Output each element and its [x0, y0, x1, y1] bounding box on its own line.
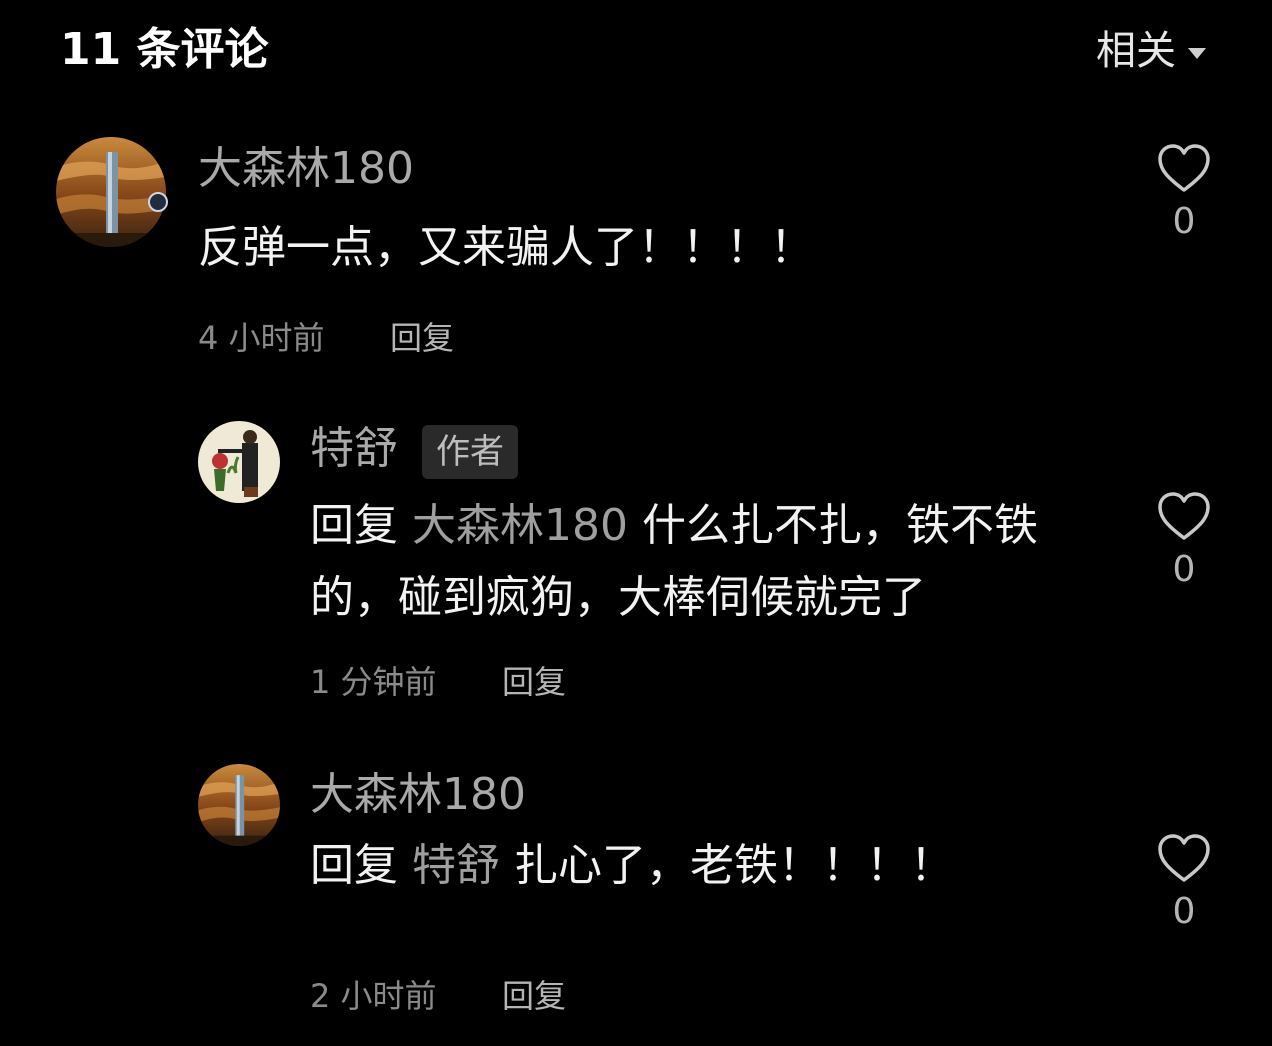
- sort-dropdown[interactable]: 相关: [1096, 26, 1206, 76]
- reply-username[interactable]: 大森林180: [310, 767, 526, 823]
- like-button[interactable]: 0: [1154, 142, 1214, 244]
- reply-button[interactable]: 回复: [390, 318, 454, 358]
- reply-text-line2: 的，碰到疯狗，大棒伺候就完了: [310, 572, 926, 623]
- canyon-landscape-avatar[interactable]: [198, 764, 280, 846]
- heart-icon: [1158, 144, 1210, 192]
- comment-count-title: 11 条评论: [60, 24, 269, 75]
- chevron-down-icon: [1188, 47, 1206, 59]
- reply-text: 回复 大森林180 什么扎不扎，铁不铁 的，碰到疯狗，大棒伺候就完了: [310, 490, 1130, 634]
- author-badge: 作者: [422, 425, 518, 479]
- like-button[interactable]: 0: [1154, 832, 1214, 934]
- like-count: 0: [1172, 201, 1196, 242]
- reply-text: 回复 特舒 扎心了，老铁！！！！: [310, 830, 1130, 902]
- reply-time: 2 小时前: [310, 977, 437, 1015]
- comment-username[interactable]: 大森林180: [198, 141, 414, 197]
- reply-prefix: 回复: [310, 500, 398, 551]
- sort-label: 相关: [1096, 28, 1176, 74]
- reply-text-line1: 什么扎不扎，铁不铁: [641, 500, 1038, 551]
- mention-link[interactable]: 大森林180: [412, 500, 628, 551]
- reply-text-body: 扎心了，老铁！！！！: [514, 840, 954, 891]
- reply-prefix: 回复: [310, 840, 398, 891]
- reply-username[interactable]: 特舒: [310, 421, 398, 477]
- verified-badge-icon: [148, 192, 168, 212]
- heart-icon: [1158, 834, 1210, 882]
- like-count: 0: [1172, 549, 1196, 590]
- mention-link[interactable]: 特舒: [412, 840, 500, 891]
- like-count: 0: [1172, 891, 1196, 932]
- reply-time: 1 分钟前: [310, 663, 437, 701]
- reply-button[interactable]: 回复: [502, 662, 566, 702]
- like-button[interactable]: 0: [1154, 490, 1214, 592]
- comment-time: 4 小时前: [198, 319, 325, 357]
- cartoon-figures-avatar[interactable]: [198, 421, 280, 503]
- comment-text: 反弹一点，又来骗人了！！！！: [198, 222, 814, 273]
- heart-icon: [1158, 492, 1210, 540]
- canyon-landscape-avatar[interactable]: [56, 137, 166, 247]
- reply-button[interactable]: 回复: [502, 976, 566, 1016]
